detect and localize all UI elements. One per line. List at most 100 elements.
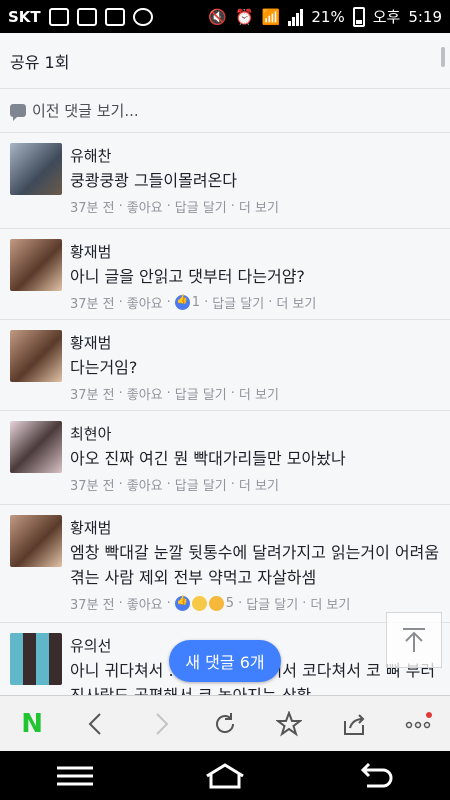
arrow-up-icon (403, 628, 425, 652)
comment-bubble-icon (10, 104, 26, 121)
refresh-icon (215, 712, 234, 733)
clock: 5:19 (408, 7, 442, 26)
reply-button[interactable]: 답글 달기 (175, 197, 227, 216)
comment-meta: 37분 전· 좋아요· 1 · 답글 달기· 더 보기 (70, 293, 440, 322)
comments-view[interactable]: 공유 1회 이전 댓글 보기... 유해찬 쿵쾅쿵쾅 그들이몰려온다 37분 전… (0, 33, 450, 695)
home-icon (206, 762, 244, 788)
comment-text: 쿵쾅쿵쾅 그들이몰려온다 (70, 171, 238, 190)
comment-item: 최현아 아오 진짜 여긴 뭔 빡대가리들만 모아놨나 37분 전 · 좋아요 · 답… (0, 411, 450, 505)
commenter-name[interactable]: 유해찬 (70, 145, 440, 166)
comment-text: 아니 글을 안읽고 댓부터 다는거얌? (70, 267, 305, 286)
recent-apps-button[interactable] (45, 756, 105, 796)
like-button[interactable]: 좋아요 (127, 475, 163, 494)
share-icon (343, 713, 364, 735)
chevron-right-icon (155, 712, 169, 735)
like-button[interactable]: 좋아요 (127, 384, 163, 403)
message-icon (104, 7, 125, 26)
battery-percent: 21% (311, 7, 345, 26)
share-count-label: 공유 1회 (10, 52, 70, 72)
comment-text: 엠창 빡대갈 눈깔 뒷통수에 달려가지고 읽는거이 어려움 겪는 사람 제외 전… (70, 543, 440, 587)
browser-toolbar: N (0, 695, 450, 751)
time-period: 오후 (372, 8, 401, 26)
comment-meta: 37분 전 · 좋아요 · 답글 달기 · 더 보기 (70, 475, 279, 494)
like-button[interactable]: 좋아요 (127, 197, 163, 216)
naver-logo-icon: N (21, 708, 44, 739)
reply-button[interactable]: 답글 달기 (212, 293, 264, 312)
more-button[interactable]: 더 보기 (276, 293, 316, 312)
back-button[interactable] (76, 704, 116, 744)
battery-icon (352, 6, 365, 27)
app-icon (132, 7, 153, 26)
reaction-count: 1 (191, 295, 201, 310)
commenter-name[interactable]: 황재범 (70, 332, 440, 353)
comment-item: 황재범 다는거임? 37분 전 · 좋아요 · 답글 달기 · 더 보기 (0, 320, 450, 411)
like-reaction-icon (174, 596, 190, 611)
back-arrow-icon (360, 762, 393, 787)
home-button[interactable] (195, 756, 255, 796)
avatar[interactable] (10, 143, 62, 195)
more-button[interactable]: 더 보기 (239, 197, 279, 216)
system-nav-bar (0, 751, 450, 800)
status-bar: SKT 🔇 ⏰ 📶 21% 오후 5:19 (0, 0, 450, 33)
notification-icon (48, 7, 69, 26)
comment-item: 황재범 아니 글을 안읽고 댓부터 다는거얌? 37분 전· 좋아요· 1 · … (0, 229, 450, 320)
reply-button[interactable]: 답글 달기 (175, 384, 227, 403)
comment-meta: 37분 전· 좋아요· 5 · 답글 달기· 더 보기 (70, 594, 440, 623)
wow-reaction-icon (208, 596, 224, 611)
commenter-name[interactable]: 황재범 (70, 241, 440, 262)
reaction-summary[interactable]: 1 (174, 295, 201, 310)
comment-text: 아오 진짜 여긴 뭔 빡대가리들만 모아놨나 (70, 449, 346, 468)
wifi-icon: 📶 (261, 7, 281, 26)
comment-item: 황재범 엠창 빡대갈 눈깔 뒷통수에 달려가지고 읽는거이 어려움 겪는 사람 … (0, 505, 450, 623)
scrollbar[interactable] (441, 47, 445, 67)
alarm-icon: ⏰ (234, 7, 254, 26)
new-comments-label: 새 댓글 6개 (185, 653, 265, 672)
avatar[interactable] (10, 239, 62, 291)
bookmark-button[interactable] (269, 704, 309, 744)
carrier-label: SKT (8, 7, 41, 26)
commenter-name[interactable]: 황재범 (70, 517, 440, 538)
comment-meta: 37분 전 · 좋아요 · 답글 달기 · 더 보기 (70, 384, 279, 403)
reaction-summary[interactable]: 5 (174, 596, 235, 611)
star-icon (276, 710, 303, 737)
system-back-button[interactable] (345, 756, 405, 796)
new-comments-button[interactable]: 새 댓글 6개 (169, 640, 281, 682)
haha-reaction-icon (191, 596, 207, 611)
comment-time: 37분 전 (70, 598, 115, 613)
avatar[interactable] (10, 515, 62, 567)
more-button[interactable]: 더 보기 (310, 594, 350, 613)
more-button[interactable]: 더 보기 (239, 475, 279, 494)
reaction-count: 5 (225, 596, 235, 611)
comment-time: 37분 전 (70, 297, 115, 312)
view-previous-comments[interactable]: 이전 댓글 보기... (0, 89, 450, 133)
menu-lines-icon (57, 766, 93, 785)
avatar[interactable] (10, 421, 62, 473)
comment-time: 37분 전 (70, 479, 115, 494)
reply-button[interactable]: 답글 달기 (175, 475, 227, 494)
chevron-left-icon (89, 712, 102, 735)
naver-home-button[interactable]: N (12, 704, 52, 744)
comment-time: 37분 전 (70, 201, 115, 216)
menu-button[interactable] (398, 704, 438, 744)
avatar[interactable] (10, 330, 62, 382)
like-reaction-icon (174, 295, 190, 310)
like-button[interactable]: 좋아요 (127, 293, 163, 312)
notification-dot (425, 711, 432, 718)
signal-icon (288, 8, 304, 26)
commenter-name[interactable]: 최현아 (70, 423, 440, 444)
more-button[interactable]: 더 보기 (239, 384, 279, 403)
comment-time: 37분 전 (70, 388, 115, 403)
view-previous-label: 이전 댓글 보기... (32, 102, 139, 120)
cleaner-icon (76, 7, 97, 26)
scroll-to-top-button[interactable] (386, 612, 442, 668)
forward-button[interactable] (141, 704, 181, 744)
reload-button[interactable] (205, 704, 245, 744)
share-button[interactable] (334, 704, 374, 744)
reply-button[interactable]: 답글 달기 (246, 594, 298, 613)
comment-item: 유해찬 쿵쾅쿵쾅 그들이몰려온다 37분 전 · 좋아요 · 답글 달기 · 더 보기 (0, 133, 450, 229)
avatar[interactable] (10, 633, 62, 685)
like-button[interactable]: 좋아요 (127, 594, 163, 613)
comment-meta: 37분 전 · 좋아요 · 답글 달기 · 더 보기 (70, 197, 279, 216)
share-count[interactable]: 공유 1회 (0, 33, 450, 89)
mute-icon: 🔇 (208, 7, 227, 26)
